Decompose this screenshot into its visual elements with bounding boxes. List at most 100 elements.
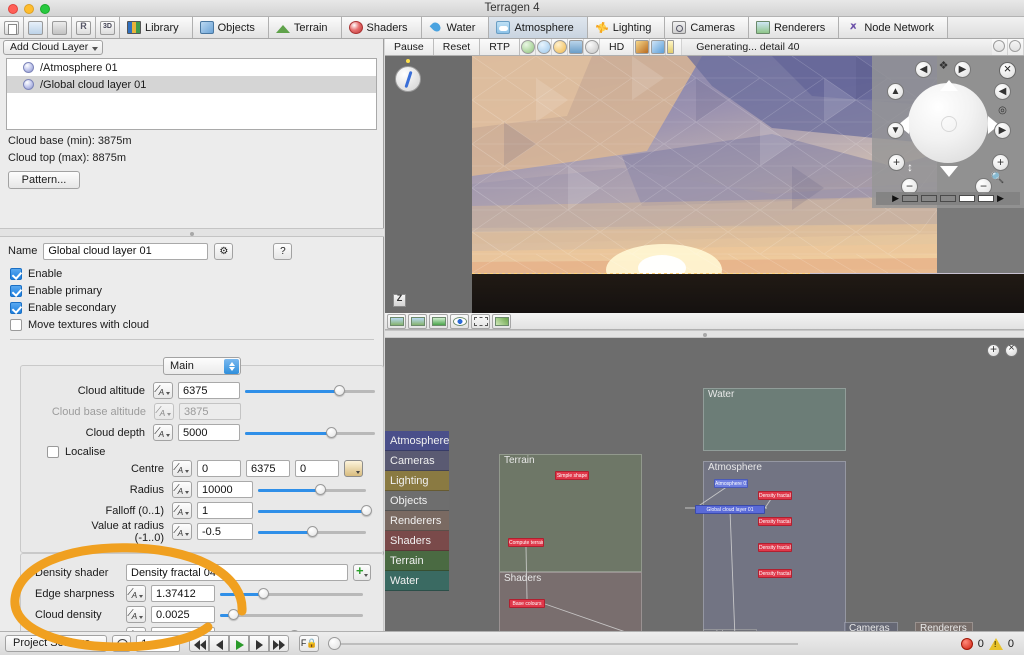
category-objects[interactable]: Objects (385, 491, 449, 511)
function-assign-button[interactable]: ∕A (153, 382, 173, 399)
quality-increase-icon[interactable]: ▶ (997, 193, 1004, 204)
rtp-button[interactable]: RTP (480, 39, 521, 55)
function-assign-button[interactable]: ∕A (153, 424, 173, 441)
category-terrain[interactable]: Terrain (385, 551, 449, 571)
tab-cameras[interactable]: Cameras (665, 17, 749, 38)
go-to-end-button[interactable] (269, 635, 290, 652)
tab-shaders[interactable]: Shaders (341, 17, 422, 38)
quality-decrease-icon[interactable]: ▶ (892, 193, 899, 204)
node-simple-shape[interactable]: Simple shape (555, 471, 589, 480)
falloff-slider[interactable] (258, 504, 372, 518)
checkbox-enable-secondary[interactable]: Enable secondary (10, 302, 384, 314)
function-assign-button[interactable]: ∕A (172, 460, 192, 477)
pause-render-button[interactable]: Pause (385, 39, 434, 55)
radius-input[interactable] (197, 481, 253, 498)
tab-water[interactable]: Water (421, 17, 490, 38)
orbit-icon[interactable]: ❖ (935, 59, 952, 76)
frame-number-input[interactable] (136, 635, 181, 652)
add-node-icon[interactable] (987, 342, 1000, 357)
tab-lighting[interactable]: Lighting (587, 17, 666, 38)
node-density-fractal-04[interactable]: Density fractal 04 (758, 569, 792, 578)
centre-z-input[interactable] (295, 460, 339, 477)
pick-location-icon[interactable] (344, 460, 363, 477)
close-graph-icon[interactable] (1005, 342, 1018, 357)
function-assign-button[interactable]: ∕A (126, 606, 146, 623)
add-preview-icon[interactable] (992, 39, 1008, 55)
category-lighting[interactable]: Lighting (385, 471, 449, 491)
node-category-list[interactable]: Atmosphere Cameras Lighting Objects Rend… (385, 431, 449, 591)
close-preview-icon[interactable] (1008, 39, 1024, 55)
render-button[interactable] (72, 17, 96, 38)
rotate-left-icon[interactable]: ◀ (915, 61, 932, 78)
density-shader-input[interactable] (126, 564, 348, 581)
category-atmosphere[interactable]: Atmosphere (385, 431, 449, 451)
toggle-terrain-icon[interactable] (520, 39, 537, 55)
compass-icon[interactable] (395, 66, 421, 92)
node-compute-terrain[interactable]: Compute terrain (508, 538, 544, 547)
roll-icon[interactable]: ◎ (994, 103, 1011, 120)
list-item[interactable]: /Global cloud layer 01 (7, 76, 376, 93)
lock-frame-icon[interactable]: F🔒 (299, 635, 320, 652)
checkbox-enable-primary[interactable]: Enable primary (10, 285, 384, 297)
add-cloud-layer-button[interactable]: Add Cloud Layer (3, 40, 104, 55)
centre-x-input[interactable] (197, 460, 241, 477)
camera-navigation-widget[interactable]: ◀ ▶ ❖ ▲ ▼ ◀ ▶ ◎ + − + − 🔍 ↕ ▶ (872, 56, 1024, 208)
tab-node-network[interactable]: Node Network (839, 17, 949, 38)
falloff-input[interactable] (197, 502, 253, 519)
toggle-shadows-icon[interactable] (584, 39, 601, 55)
category-water[interactable]: Water (385, 571, 449, 591)
checkbox-localise[interactable]: Localise (47, 446, 375, 458)
paint-tool-icon[interactable] (650, 39, 667, 55)
pitch-down-icon[interactable]: ▼ (887, 122, 904, 139)
cloud-depth-slider[interactable] (245, 426, 375, 440)
category-renderers[interactable]: Renderers (385, 511, 449, 531)
list-item[interactable]: /Atmosphere 01 (7, 59, 376, 76)
pattern-button[interactable]: Pattern... (8, 171, 80, 189)
go-to-start-button[interactable] (189, 635, 210, 652)
next-frame-button[interactable] (249, 635, 270, 652)
fit-to-view-icon[interactable] (471, 313, 490, 329)
section-selector[interactable]: Main (163, 357, 241, 375)
node-density-fractal-02[interactable]: Density fractal 02 (758, 517, 792, 526)
node-network-graph[interactable]: Water Terrain Atmosphere Shaders Objects… (385, 338, 1024, 631)
hd-button[interactable]: HD (600, 39, 635, 55)
tab-library[interactable]: Library (120, 17, 193, 38)
tab-atmosphere[interactable]: Atmosphere (489, 17, 588, 38)
tab-terrain[interactable]: Terrain (268, 17, 342, 38)
node-group-renderers[interactable]: Renderers (915, 622, 973, 631)
nav-pad[interactable] (908, 83, 988, 163)
function-assign-button[interactable]: ∕A (172, 481, 192, 498)
pen-tool-icon[interactable] (634, 39, 651, 55)
pitch-up-icon[interactable]: ▲ (887, 83, 904, 100)
node-group-cameras[interactable]: Cameras (844, 622, 898, 631)
reset-render-button[interactable]: Reset (433, 39, 481, 55)
close-nav-widget-icon[interactable] (999, 61, 1016, 79)
project-settings-button[interactable]: Project Settings... (5, 635, 108, 652)
category-cameras[interactable]: Cameras (385, 451, 449, 471)
add-shader-icon[interactable] (353, 563, 371, 581)
centre-y-input[interactable] (246, 460, 290, 477)
panel-splitter[interactable] (0, 228, 384, 237)
checkbox-enable[interactable]: Enable (10, 268, 384, 280)
vertical-move-icon[interactable]: ↕ (907, 160, 913, 174)
time-settings-icon[interactable] (112, 635, 132, 652)
eye-icon[interactable] (450, 313, 469, 329)
quality-segment[interactable] (902, 195, 918, 202)
toggle-atmosphere-icon[interactable] (536, 39, 553, 55)
open-project-button[interactable] (24, 17, 48, 38)
cloud-layer-list[interactable]: /Atmosphere 01 /Global cloud layer 01 (6, 58, 377, 130)
render-preview[interactable]: ◀ ▶ ❖ ▲ ▼ ◀ ▶ ◎ + − + − 🔍 ↕ ▶ (385, 56, 1024, 313)
node-density-fractal-03[interactable]: Density fractal 03 (758, 543, 792, 552)
cloud-density-slider[interactable] (220, 608, 363, 622)
play-button[interactable] (229, 635, 250, 652)
function-assign-button[interactable]: ∕A (126, 585, 146, 602)
warning-icon[interactable] (988, 637, 1003, 650)
pan-right-icon[interactable]: ▶ (994, 122, 1011, 139)
quality-segment[interactable] (921, 195, 937, 202)
gear-icon[interactable]: ⚙ (214, 242, 234, 260)
node-group-water[interactable]: Water (703, 388, 846, 451)
save-view-icon[interactable] (387, 313, 406, 329)
category-shaders[interactable]: Shaders (385, 531, 449, 551)
previous-frame-button[interactable] (209, 635, 230, 652)
preview-scale-icon[interactable] (393, 293, 406, 307)
